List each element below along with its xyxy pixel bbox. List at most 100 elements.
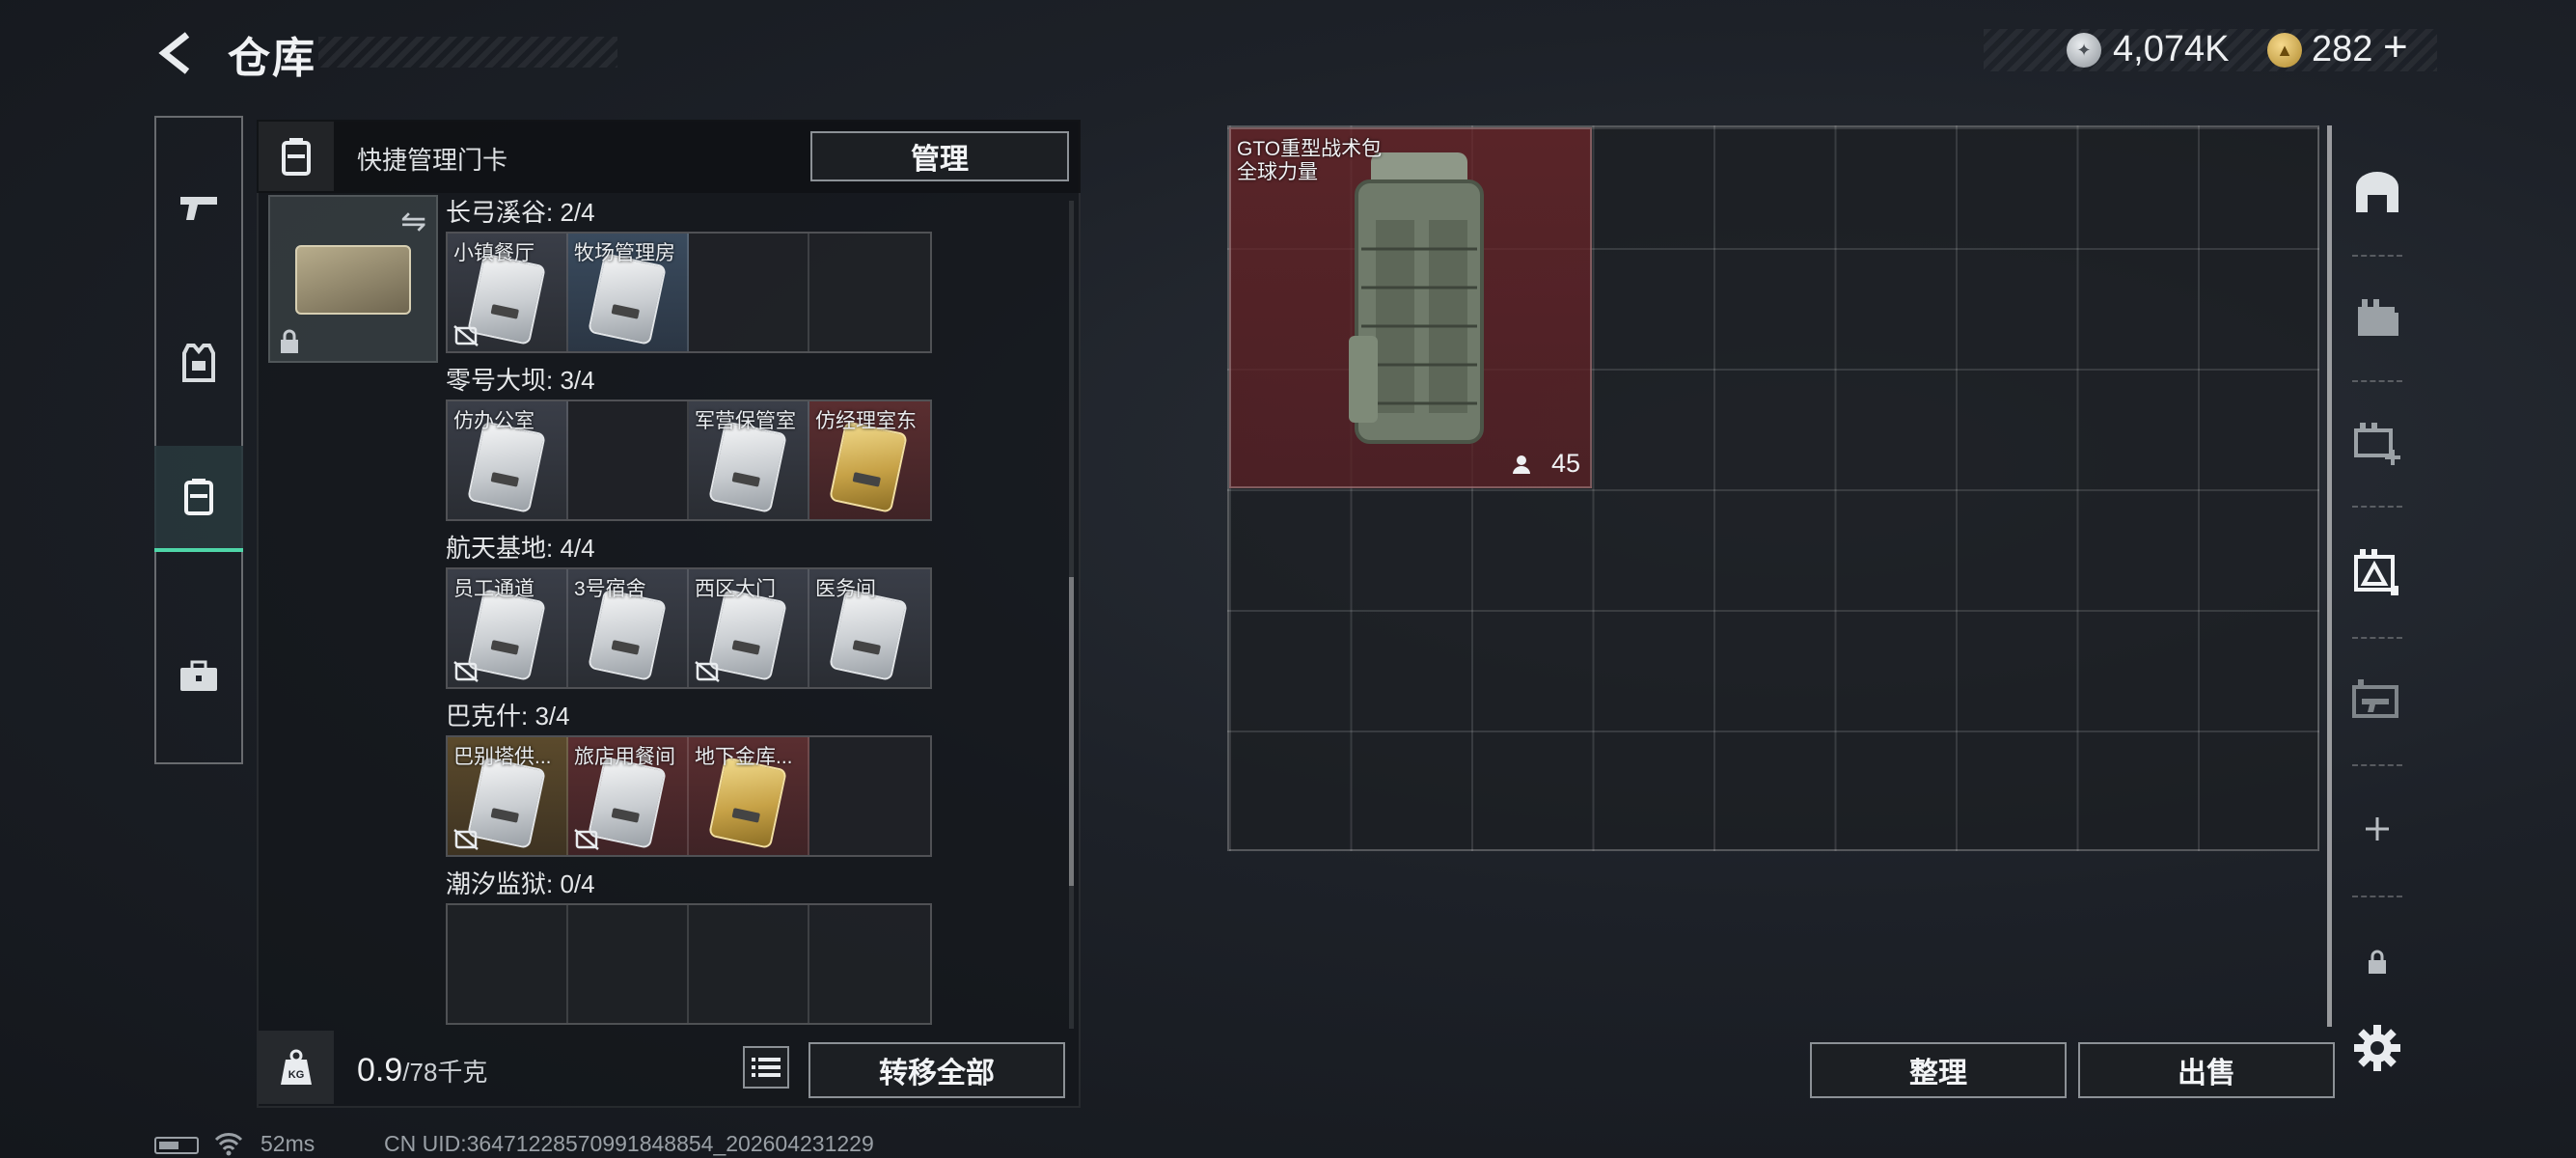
rnav-lock[interactable] bbox=[2341, 905, 2414, 1019]
section-label: 巴克什: 3/4 bbox=[446, 702, 570, 731]
back-arrow-icon[interactable] bbox=[152, 29, 201, 77]
keycard-image bbox=[707, 421, 788, 513]
keycard-slot[interactable]: 军营保管室 bbox=[689, 401, 809, 519]
section-label: 航天基地: 4/4 bbox=[446, 534, 595, 563]
rnav-storage[interactable] bbox=[2341, 135, 2414, 249]
backpack-image bbox=[1349, 152, 1484, 444]
keycard-case-thumbnail[interactable]: ⇋ bbox=[268, 195, 438, 363]
list-view-button[interactable] bbox=[743, 1046, 789, 1089]
no-device-icon bbox=[453, 661, 479, 682]
weight-capacity: /78千克 bbox=[402, 1058, 488, 1087]
nav-keycards[interactable] bbox=[154, 446, 243, 552]
empty-keycard-slot[interactable] bbox=[689, 234, 809, 351]
no-device-icon bbox=[453, 829, 479, 850]
gun-case-icon bbox=[2352, 679, 2398, 718]
empty-keycard-slot[interactable] bbox=[568, 905, 689, 1023]
empty-keycard-slot[interactable] bbox=[448, 905, 568, 1023]
rnav-add[interactable] bbox=[2341, 772, 2414, 886]
keycard-slot-row: 巴别塔供... 旅店用餐间 地下金库... bbox=[446, 735, 932, 857]
keycard-image bbox=[587, 589, 668, 681]
storage-scrollbar[interactable] bbox=[2327, 125, 2332, 1027]
keycard-image bbox=[828, 589, 909, 681]
rnav-keycard-case[interactable] bbox=[2341, 515, 2414, 629]
keycard-slot[interactable]: 牧场管理房 bbox=[568, 234, 689, 351]
keycard-slot[interactable]: 仿经理室东 bbox=[809, 401, 930, 519]
nav-toolbox[interactable] bbox=[154, 623, 243, 730]
vault-icon bbox=[2356, 172, 2398, 212]
page-title: 仓库 bbox=[228, 35, 316, 82]
keycard-name: 巴别塔供... bbox=[453, 746, 552, 768]
keycard-name: 西区大门 bbox=[695, 578, 776, 600]
rnav-gun-case[interactable] bbox=[2341, 643, 2414, 757]
empty-keycard-slot[interactable] bbox=[809, 905, 930, 1023]
silver-coin-icon: ✦ bbox=[2067, 33, 2101, 68]
silver-currency-value: 4,074K bbox=[2113, 29, 2230, 69]
keycard-name: 3号宿舍 bbox=[574, 578, 646, 600]
keycard-slot-row: 仿办公室 军营保管室 仿经理室东 bbox=[446, 400, 932, 521]
keycard-slot[interactable]: 仿办公室 bbox=[448, 401, 568, 519]
keycard-slot[interactable]: 西区大门 bbox=[689, 569, 809, 687]
settings-gear-icon[interactable] bbox=[2352, 1023, 2402, 1073]
gold-currency-value: 282 bbox=[2312, 29, 2373, 69]
panel-title: 快捷管理门卡 bbox=[357, 146, 508, 175]
keycard-image bbox=[587, 253, 668, 345]
transfer-all-button[interactable]: 转移全部 bbox=[808, 1042, 1065, 1098]
keycard-slot[interactable]: 巴别塔供... bbox=[448, 737, 568, 855]
no-device-icon bbox=[695, 661, 720, 682]
keycard-slot[interactable]: 员工通道 bbox=[448, 569, 568, 687]
keycard-image bbox=[707, 589, 788, 681]
rnav-cases[interactable] bbox=[2341, 261, 2414, 374]
plus-icon bbox=[2366, 817, 2389, 841]
keycard-slot[interactable]: 旅店用餐间 bbox=[568, 737, 689, 855]
keycard-slot-row bbox=[446, 903, 932, 1025]
empty-keycard-slot[interactable] bbox=[809, 234, 930, 351]
gold-coin-icon: ▲ bbox=[2267, 33, 2302, 68]
pistol-icon bbox=[180, 197, 217, 220]
keycard-name: 员工通道 bbox=[453, 578, 534, 600]
add-case-icon bbox=[2354, 423, 2400, 465]
empty-keycard-slot[interactable] bbox=[568, 401, 689, 519]
keycard-slot-row: 小镇餐厅 牧场管理房 bbox=[446, 232, 932, 353]
manage-button[interactable]: 管理 bbox=[810, 131, 1069, 181]
rnav-divider bbox=[2352, 380, 2402, 382]
nav-armor[interactable] bbox=[154, 309, 243, 415]
weight-icon: KG bbox=[259, 1031, 334, 1104]
empty-keycard-slot[interactable] bbox=[809, 737, 930, 855]
nav-weapon[interactable] bbox=[154, 152, 243, 259]
backpack-item[interactable]: GTO重型战术包 全球力量 45 bbox=[1229, 127, 1592, 488]
section-label: 零号大坝: 3/4 bbox=[446, 366, 595, 395]
sell-button[interactable]: 出售 bbox=[2078, 1042, 2335, 1098]
keycard-slot[interactable]: 医务间 bbox=[809, 569, 930, 687]
keycard-name: 军营保管室 bbox=[695, 410, 796, 432]
uid-readout: CN UID:364712285709918488​54_20260423122… bbox=[384, 1131, 874, 1156]
keycard-holder-icon bbox=[184, 479, 213, 515]
lock-icon bbox=[281, 329, 298, 353]
empty-keycard-slot[interactable] bbox=[689, 905, 809, 1023]
keycard-slot[interactable]: 地下金库... bbox=[689, 737, 809, 855]
no-device-icon bbox=[574, 829, 599, 850]
battery-icon bbox=[154, 1137, 199, 1154]
keycard-slot[interactable]: 3号宿舍 bbox=[568, 569, 689, 687]
rnav-divider bbox=[2352, 506, 2402, 508]
panel-scroll-thumb[interactable] bbox=[1069, 577, 1074, 886]
title-decoration bbox=[318, 37, 617, 68]
item-brand: 全球力量 bbox=[1237, 161, 1318, 183]
section-label: 潮汐监狱: 0/4 bbox=[446, 869, 595, 898]
sort-button[interactable]: 整理 bbox=[1810, 1042, 2067, 1098]
keycard-image bbox=[587, 757, 668, 849]
keycard-case-image bbox=[295, 245, 411, 315]
keycard-image bbox=[466, 757, 547, 849]
keycard-slot[interactable]: 小镇餐厅 bbox=[448, 234, 568, 351]
person-icon bbox=[1513, 455, 1530, 474]
keycard-image bbox=[707, 757, 788, 849]
add-currency-button[interactable]: + bbox=[2383, 23, 2408, 71]
keycard-image bbox=[466, 589, 547, 681]
briefcase-icon bbox=[180, 660, 217, 691]
rnav-divider bbox=[2352, 255, 2402, 257]
swap-icon[interactable]: ⇋ bbox=[400, 203, 426, 239]
keycard-name: 医务间 bbox=[815, 578, 876, 600]
keycard-slot-row: 员工通道 3号宿舍 西区大门 医务间 bbox=[446, 567, 932, 689]
rnav-add-case[interactable] bbox=[2341, 386, 2414, 500]
list-icon bbox=[752, 1058, 781, 1077]
keycard-name: 地下金库... bbox=[695, 746, 793, 768]
